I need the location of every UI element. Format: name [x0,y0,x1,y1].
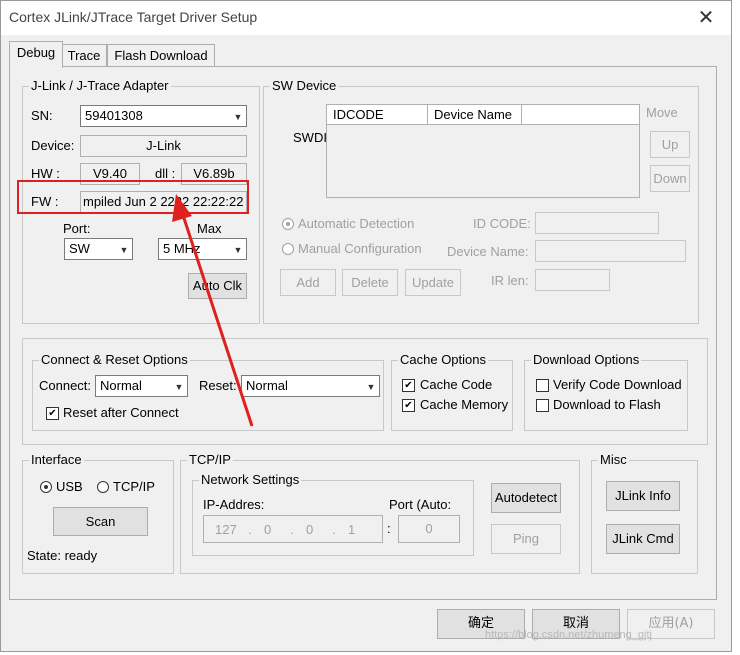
arrow-shaft [178,205,254,427]
tab-debug[interactable]: Debug [9,41,63,68]
arrow-head [172,194,192,222]
red-arrow-annotation [172,194,254,427]
